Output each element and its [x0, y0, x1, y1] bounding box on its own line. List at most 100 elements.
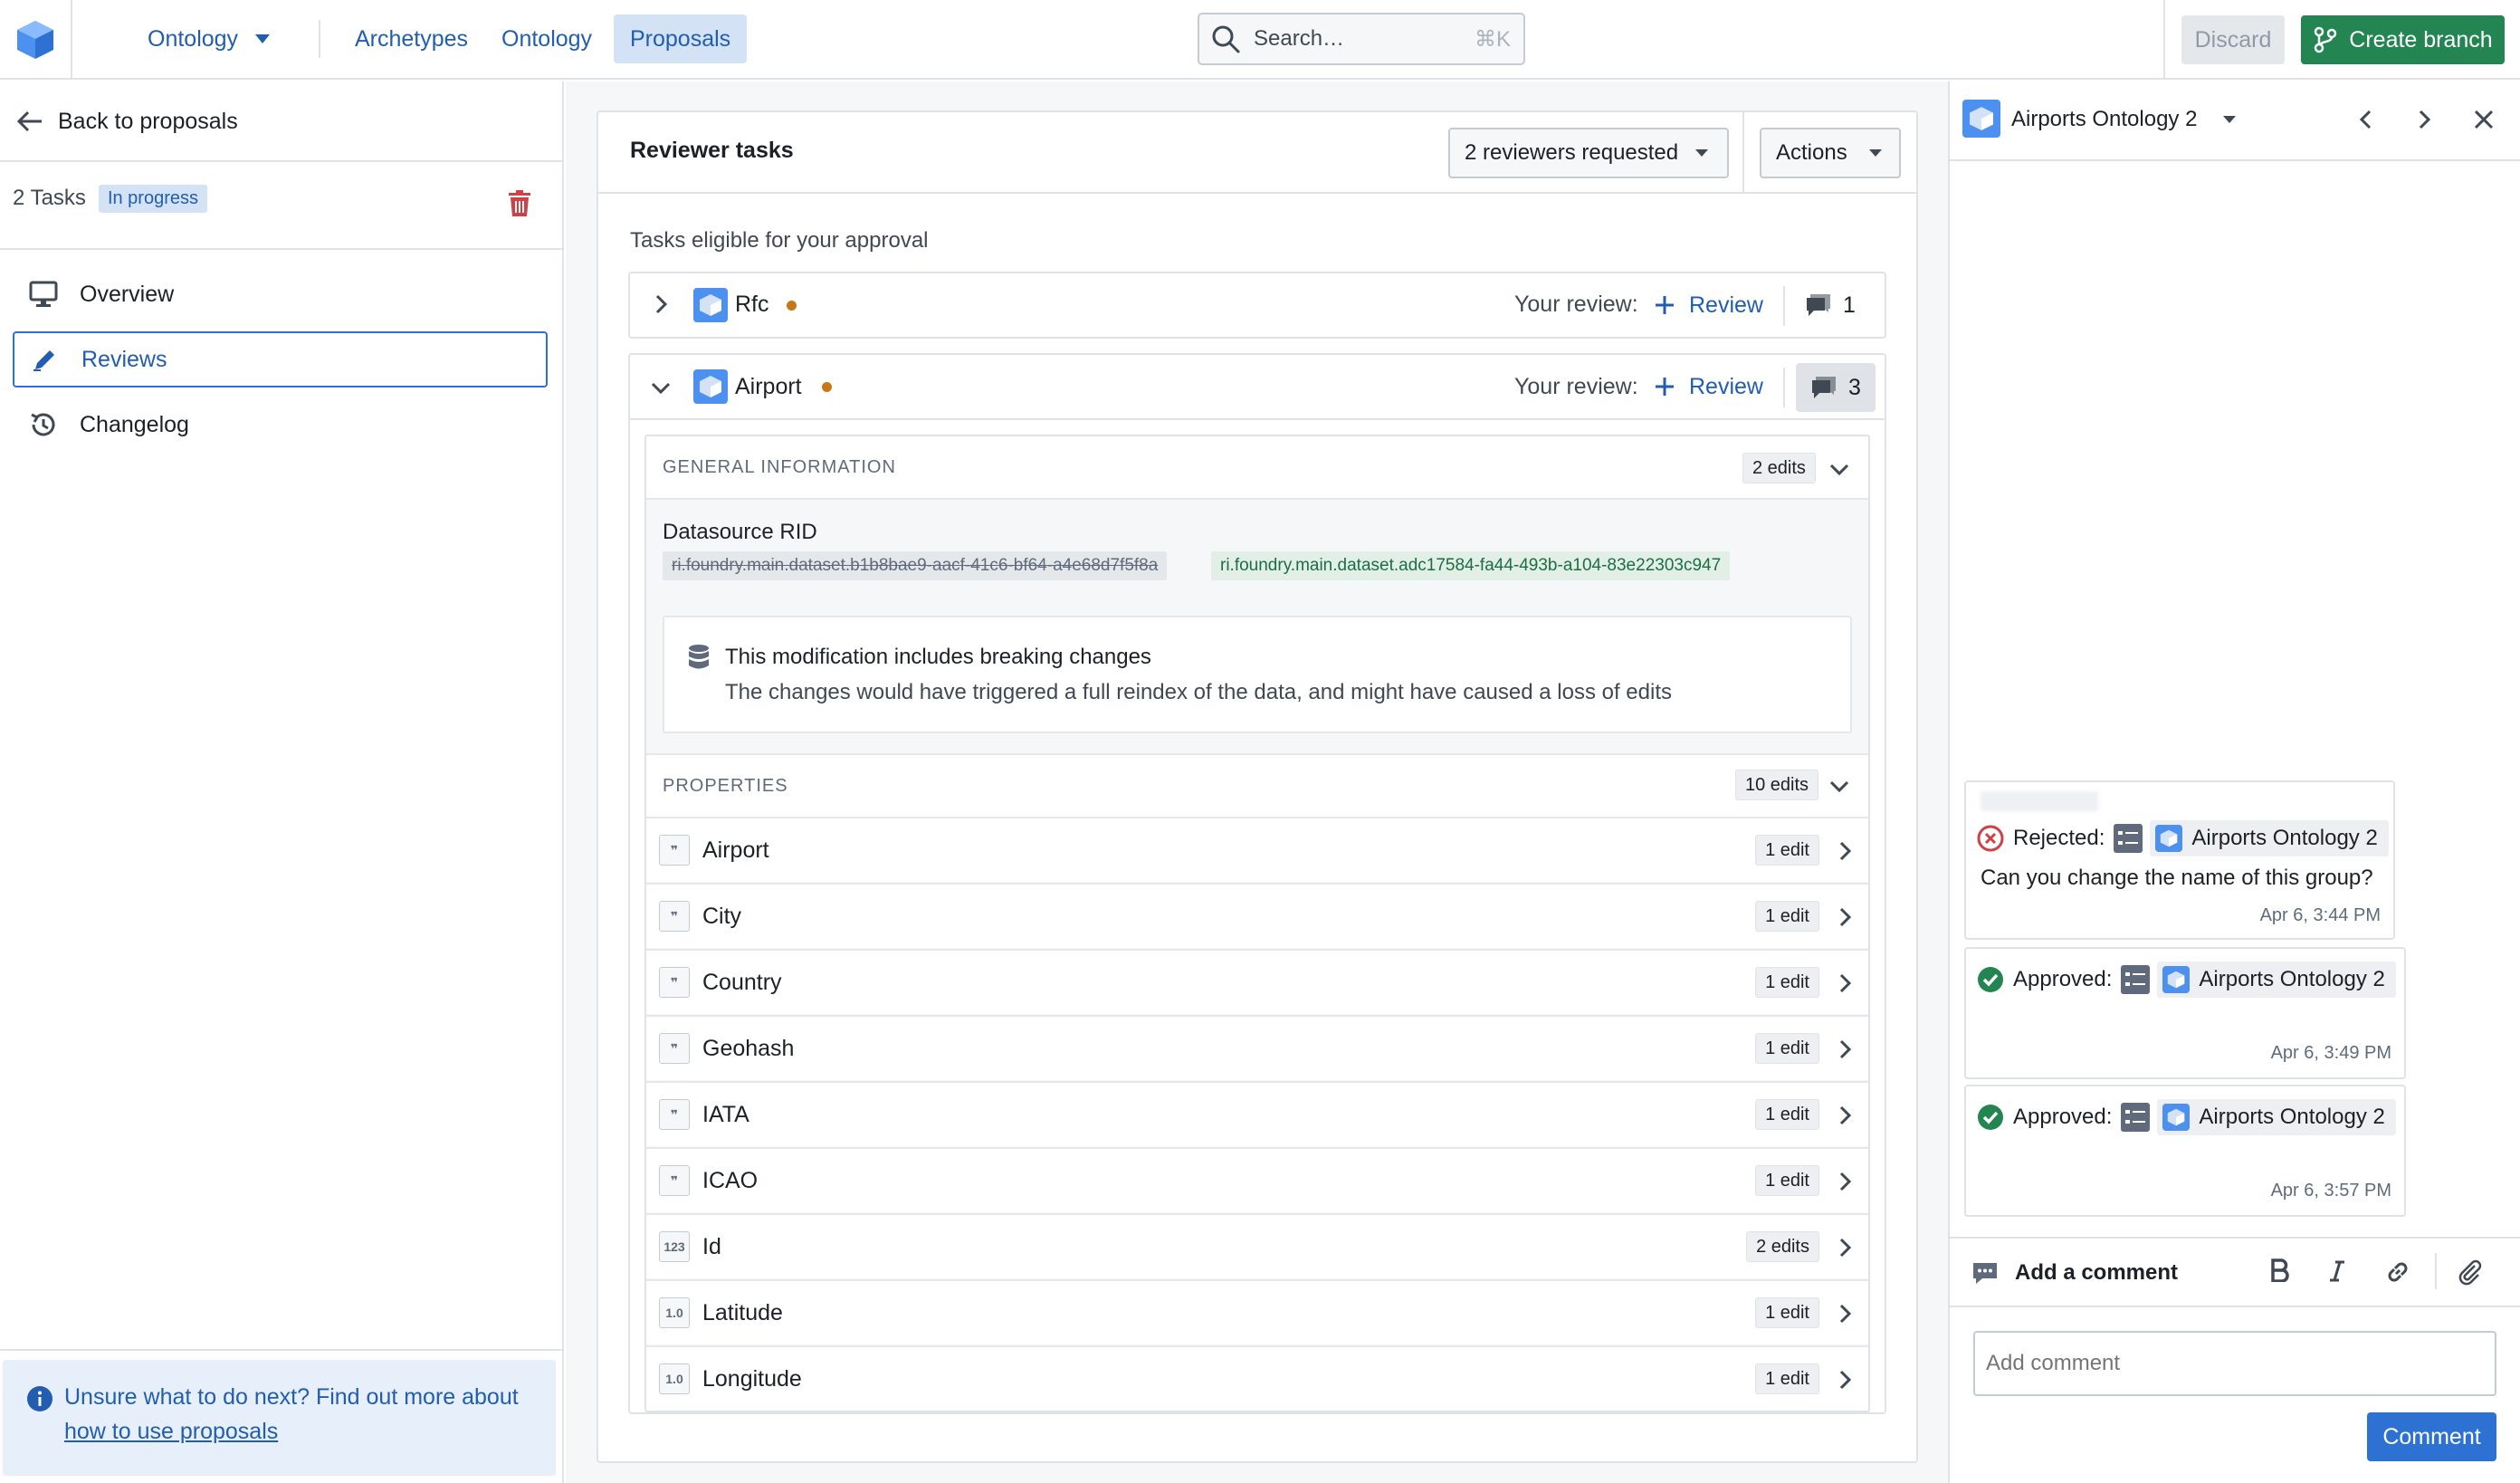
help-text: Unsure what to do next? Find out more ab…	[64, 1380, 535, 1449]
comments-button[interactable]: 3	[1796, 363, 1876, 412]
search-placeholder: Search…	[1254, 26, 1345, 51]
edits-badge: 2 edits	[1746, 1231, 1819, 1262]
link-button[interactable]	[2384, 1258, 2411, 1286]
italic-icon	[2330, 1260, 2344, 1282]
properties-header[interactable]: PROPERTIES	[646, 753, 1868, 817]
status-dot	[822, 382, 832, 392]
ontology-tag[interactable]: Airports Ontology 2	[2157, 1099, 2396, 1135]
chevron-right-icon[interactable]	[1834, 1237, 1856, 1258]
git-branch-icon	[2315, 26, 2337, 53]
ontology-selector[interactable]: Airports Ontology 2	[2011, 101, 2237, 138]
next-chevron-right-icon[interactable]	[2413, 109, 2435, 130]
left-divider-2	[0, 248, 562, 250]
bold-button[interactable]	[2270, 1258, 2290, 1282]
help-link[interactable]: how to use proposals	[64, 1419, 278, 1444]
property-name: Latitude	[702, 1299, 783, 1325]
chevron-right-icon[interactable]	[1834, 840, 1856, 862]
expand-chevron-right-icon[interactable]	[650, 293, 672, 315]
property-row[interactable]: ❞ Airport 1 edit	[646, 817, 1868, 882]
edits-badge: 10 edits	[1735, 770, 1819, 800]
collapse-chevron-down-icon[interactable]	[650, 377, 672, 398]
chevron-right-icon[interactable]	[1834, 1369, 1856, 1391]
property-row[interactable]: ❞ ICAO 1 edit	[646, 1147, 1868, 1212]
chevron-right-icon[interactable]	[1834, 1105, 1856, 1126]
comment-icon	[1807, 294, 1831, 316]
previous-chevron-left-icon[interactable]	[2355, 109, 2377, 130]
property-type-icon: ❞	[659, 901, 690, 932]
property-row[interactable]: 1.0 Longitude 1 edit	[646, 1345, 1868, 1411]
property-row[interactable]: 123 Id 2 edits	[646, 1213, 1868, 1278]
reviewers-select[interactable]: 2 reviewers requested	[1448, 128, 1729, 178]
comment-count: 3	[1848, 374, 1861, 400]
actions-menu-button[interactable]: Actions	[1760, 128, 1901, 178]
task-list-icon	[2114, 824, 2143, 853]
create-branch-label: Create branch	[2349, 26, 2493, 53]
task-name[interactable]: Rfc	[735, 292, 769, 318]
search-box[interactable]: Search… ⌘K	[1198, 13, 1525, 65]
comments-button[interactable]: 1	[1796, 281, 1865, 330]
app-logo[interactable]	[0, 0, 72, 80]
comment-submit-button[interactable]: Comment	[2367, 1412, 2496, 1461]
trash-icon	[509, 190, 530, 216]
breaking-change-callout	[663, 616, 1852, 733]
review-button[interactable]: Review	[1655, 284, 1763, 326]
discard-button[interactable]: Discard	[2181, 15, 2285, 64]
comment-input[interactable]	[1973, 1331, 2496, 1396]
property-type-icon: ❞	[659, 1033, 690, 1064]
left-divider-bottom	[0, 1349, 562, 1351]
callout-text: The changes would have triggered a full …	[725, 680, 1672, 704]
your-review-label: Your review:	[1514, 374, 1638, 399]
sidebar-item-reviews[interactable]: Reviews	[13, 331, 548, 387]
chevron-right-icon[interactable]	[1834, 1303, 1856, 1325]
ontology-tag[interactable]: Airports Ontology 2	[2150, 820, 2389, 856]
create-branch-button[interactable]: Create branch	[2301, 15, 2505, 64]
close-icon[interactable]	[2473, 109, 2495, 130]
property-row[interactable]: ❞ Geohash 1 edit	[646, 1015, 1868, 1080]
property-row[interactable]: 1.0 Latitude 1 edit	[646, 1279, 1868, 1344]
chevron-right-icon[interactable]	[1834, 972, 1856, 994]
check-circle-icon	[1978, 1105, 2003, 1130]
info-icon	[27, 1386, 52, 1411]
your-review-label: Your review:	[1514, 292, 1638, 317]
sidebar-item-label: Changelog	[80, 411, 189, 437]
sidebar-item-changelog[interactable]: Changelog	[13, 397, 548, 453]
property-name: City	[702, 903, 742, 929]
tasks-summary: 2 Tasks In progress	[13, 177, 207, 219]
general-information-header[interactable]: GENERAL INFORMATION	[646, 436, 1868, 500]
ontology-tag[interactable]: Airports Ontology 2	[2157, 962, 2396, 998]
back-to-proposals-link[interactable]: Back to proposals	[16, 103, 238, 139]
check-circle-icon	[1978, 967, 2003, 992]
nav-proposals[interactable]: Proposals	[614, 14, 748, 63]
new-value-tag: ri.foundry.main.dataset.adc17584-fa44-49…	[1211, 551, 1731, 580]
sidebar-item-overview[interactable]: Overview	[13, 266, 548, 322]
comment-status: Rejected:	[2013, 826, 2105, 850]
chevron-down-icon[interactable]	[1828, 458, 1850, 480]
comment-text: Can you change the name of this group?	[1981, 866, 2373, 890]
database-icon	[689, 645, 709, 669]
attach-button[interactable]	[2457, 1258, 2484, 1286]
task-divider	[1783, 286, 1785, 326]
property-row[interactable]: ❞ IATA 1 edit	[646, 1081, 1868, 1146]
chevron-right-icon[interactable]	[1834, 1171, 1856, 1192]
italic-button[interactable]	[2328, 1260, 2346, 1282]
add-comment-header: Add a comment	[1971, 1255, 2178, 1291]
app-menu-dropdown[interactable]: Ontology	[131, 14, 287, 63]
app-root: Ontology Archetypes Ontology Proposals S…	[0, 0, 2520, 1483]
nav-archetypes[interactable]: Archetypes	[339, 14, 484, 63]
nav-ontology[interactable]: Ontology	[485, 14, 608, 63]
property-row[interactable]: ❞ Country 1 edit	[646, 949, 1868, 1014]
comment-icon	[1812, 377, 1837, 398]
chevron-right-icon[interactable]	[1834, 1038, 1856, 1060]
cube-icon	[2155, 825, 2183, 852]
sidebar-item-label: Reviews	[81, 346, 167, 372]
chevron-down-icon[interactable]	[1828, 775, 1850, 797]
plus-icon	[1656, 296, 1674, 314]
task-name[interactable]: Airport	[735, 374, 802, 400]
property-row[interactable]: ❞ City 1 edit	[646, 883, 1868, 948]
ontology-title: Airports Ontology 2	[2011, 107, 2198, 131]
app-menu-label: Ontology	[148, 26, 239, 52]
review-button[interactable]: Review	[1655, 366, 1763, 407]
comment-card: Approved: Airports Ontology 2 Apr 6, 3:4…	[1964, 947, 2406, 1079]
chevron-right-icon[interactable]	[1834, 906, 1856, 928]
delete-button[interactable]	[503, 187, 536, 220]
